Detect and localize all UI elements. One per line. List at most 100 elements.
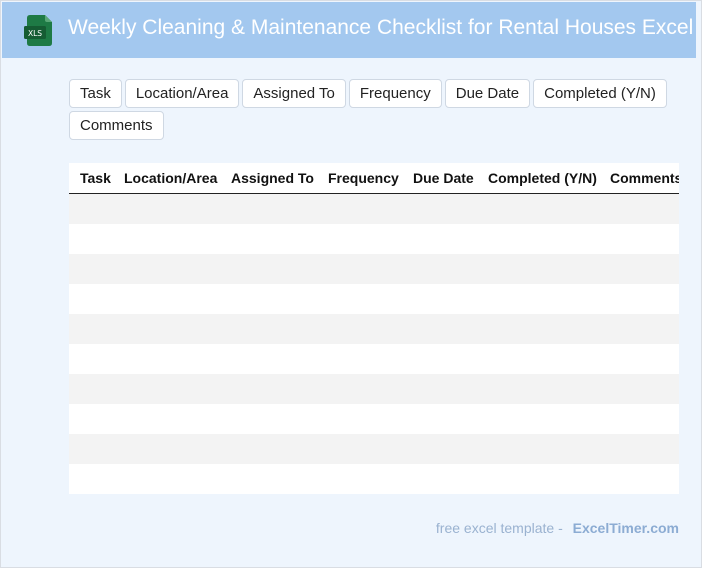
table-cell[interactable] bbox=[69, 193, 113, 224]
table-cell[interactable] bbox=[477, 374, 599, 404]
table-cell[interactable] bbox=[220, 314, 317, 344]
table-row bbox=[69, 314, 679, 344]
xls-file-icon: XLS bbox=[24, 15, 52, 46]
table-cell[interactable] bbox=[113, 434, 220, 464]
table-cell[interactable] bbox=[317, 344, 402, 374]
column-header-frequency: Frequency bbox=[317, 163, 402, 194]
table-cell[interactable] bbox=[220, 284, 317, 314]
table-cell[interactable] bbox=[220, 464, 317, 494]
table-cell[interactable] bbox=[599, 434, 679, 464]
table-body bbox=[69, 193, 679, 494]
table-cell[interactable] bbox=[317, 193, 402, 224]
chip-comments[interactable]: Comments bbox=[69, 111, 164, 140]
table-cell[interactable] bbox=[599, 224, 679, 254]
table-cell[interactable] bbox=[599, 404, 679, 434]
table-row bbox=[69, 434, 679, 464]
table-cell[interactable] bbox=[402, 314, 477, 344]
table-cell[interactable] bbox=[69, 314, 113, 344]
table-cell[interactable] bbox=[317, 374, 402, 404]
table-cell[interactable] bbox=[69, 284, 113, 314]
table-cell[interactable] bbox=[477, 284, 599, 314]
table-cell[interactable] bbox=[317, 224, 402, 254]
table-cell[interactable] bbox=[220, 344, 317, 374]
checklist-table: Task Location/Area Assigned To Frequency… bbox=[69, 163, 679, 494]
table-row bbox=[69, 254, 679, 284]
table-cell[interactable] bbox=[317, 464, 402, 494]
table-cell[interactable] bbox=[477, 314, 599, 344]
table-cell[interactable] bbox=[402, 464, 477, 494]
table-cell[interactable] bbox=[402, 224, 477, 254]
table-cell[interactable] bbox=[402, 434, 477, 464]
page-frame: XLS Weekly Cleaning & Maintenance Checkl… bbox=[0, 0, 702, 568]
table-row bbox=[69, 284, 679, 314]
table-cell[interactable] bbox=[317, 434, 402, 464]
table-cell[interactable] bbox=[402, 193, 477, 224]
table-row bbox=[69, 464, 679, 494]
table-cell[interactable] bbox=[113, 193, 220, 224]
table-row bbox=[69, 404, 679, 434]
table-cell[interactable] bbox=[599, 344, 679, 374]
table-cell[interactable] bbox=[402, 344, 477, 374]
table-cell[interactable] bbox=[113, 284, 220, 314]
footer-credit: free excel template - ExcelTimer.com bbox=[436, 520, 679, 536]
page-title: Weekly Cleaning & Maintenance Checklist … bbox=[68, 16, 694, 39]
table-cell[interactable] bbox=[220, 374, 317, 404]
table-cell[interactable] bbox=[113, 464, 220, 494]
table-cell[interactable] bbox=[477, 464, 599, 494]
column-chip-list: Task Location/Area Assigned To Frequency… bbox=[69, 79, 669, 140]
chip-assigned-to[interactable]: Assigned To bbox=[242, 79, 346, 108]
table-cell[interactable] bbox=[113, 314, 220, 344]
table-cell[interactable] bbox=[599, 314, 679, 344]
column-header-assigned-to: Assigned To bbox=[220, 163, 317, 194]
table-cell[interactable] bbox=[317, 404, 402, 434]
chip-task[interactable]: Task bbox=[69, 79, 122, 108]
table-cell[interactable] bbox=[402, 254, 477, 284]
table-cell[interactable] bbox=[220, 224, 317, 254]
table-cell[interactable] bbox=[113, 344, 220, 374]
footer-brand-link[interactable]: ExcelTimer.com bbox=[573, 520, 679, 536]
table-cell[interactable] bbox=[69, 344, 113, 374]
table-cell[interactable] bbox=[402, 374, 477, 404]
column-header-completed: Completed (Y/N) bbox=[477, 163, 599, 194]
header-bar: XLS Weekly Cleaning & Maintenance Checkl… bbox=[2, 2, 696, 58]
table-cell[interactable] bbox=[317, 254, 402, 284]
table-cell[interactable] bbox=[220, 404, 317, 434]
chip-completed[interactable]: Completed (Y/N) bbox=[533, 79, 667, 108]
table-cell[interactable] bbox=[113, 374, 220, 404]
table-cell[interactable] bbox=[220, 434, 317, 464]
table-cell[interactable] bbox=[599, 284, 679, 314]
column-header-comments: Comments bbox=[599, 163, 679, 194]
table-cell[interactable] bbox=[477, 434, 599, 464]
table-cell[interactable] bbox=[477, 254, 599, 284]
table-cell[interactable] bbox=[317, 284, 402, 314]
table-cell[interactable] bbox=[69, 404, 113, 434]
table-cell[interactable] bbox=[220, 193, 317, 224]
chip-due-date[interactable]: Due Date bbox=[444, 79, 531, 108]
table-cell[interactable] bbox=[599, 464, 679, 494]
table-cell[interactable] bbox=[69, 464, 113, 494]
table-cell[interactable] bbox=[599, 374, 679, 404]
chip-location-area[interactable]: Location/Area bbox=[124, 79, 240, 108]
table-cell[interactable] bbox=[69, 254, 113, 284]
chip-frequency[interactable]: Frequency bbox=[348, 79, 442, 108]
table-cell[interactable] bbox=[477, 344, 599, 374]
column-header-task: Task bbox=[69, 163, 113, 194]
table-cell[interactable] bbox=[477, 404, 599, 434]
table-cell[interactable] bbox=[220, 254, 317, 284]
table-cell[interactable] bbox=[477, 224, 599, 254]
table-cell[interactable] bbox=[477, 193, 599, 224]
table-row bbox=[69, 344, 679, 374]
table-cell[interactable] bbox=[402, 404, 477, 434]
footer-text: free excel template - bbox=[435, 520, 563, 536]
table-cell[interactable] bbox=[69, 434, 113, 464]
table-cell[interactable] bbox=[599, 193, 679, 224]
table-cell[interactable] bbox=[317, 314, 402, 344]
table-cell[interactable] bbox=[69, 374, 113, 404]
table-cell[interactable] bbox=[402, 284, 477, 314]
table-cell[interactable] bbox=[113, 404, 220, 434]
table-cell[interactable] bbox=[113, 254, 220, 284]
table-cell[interactable] bbox=[599, 254, 679, 284]
table-header-row: Task Location/Area Assigned To Frequency… bbox=[69, 163, 679, 194]
table-cell[interactable] bbox=[69, 224, 113, 254]
table-cell[interactable] bbox=[113, 224, 220, 254]
